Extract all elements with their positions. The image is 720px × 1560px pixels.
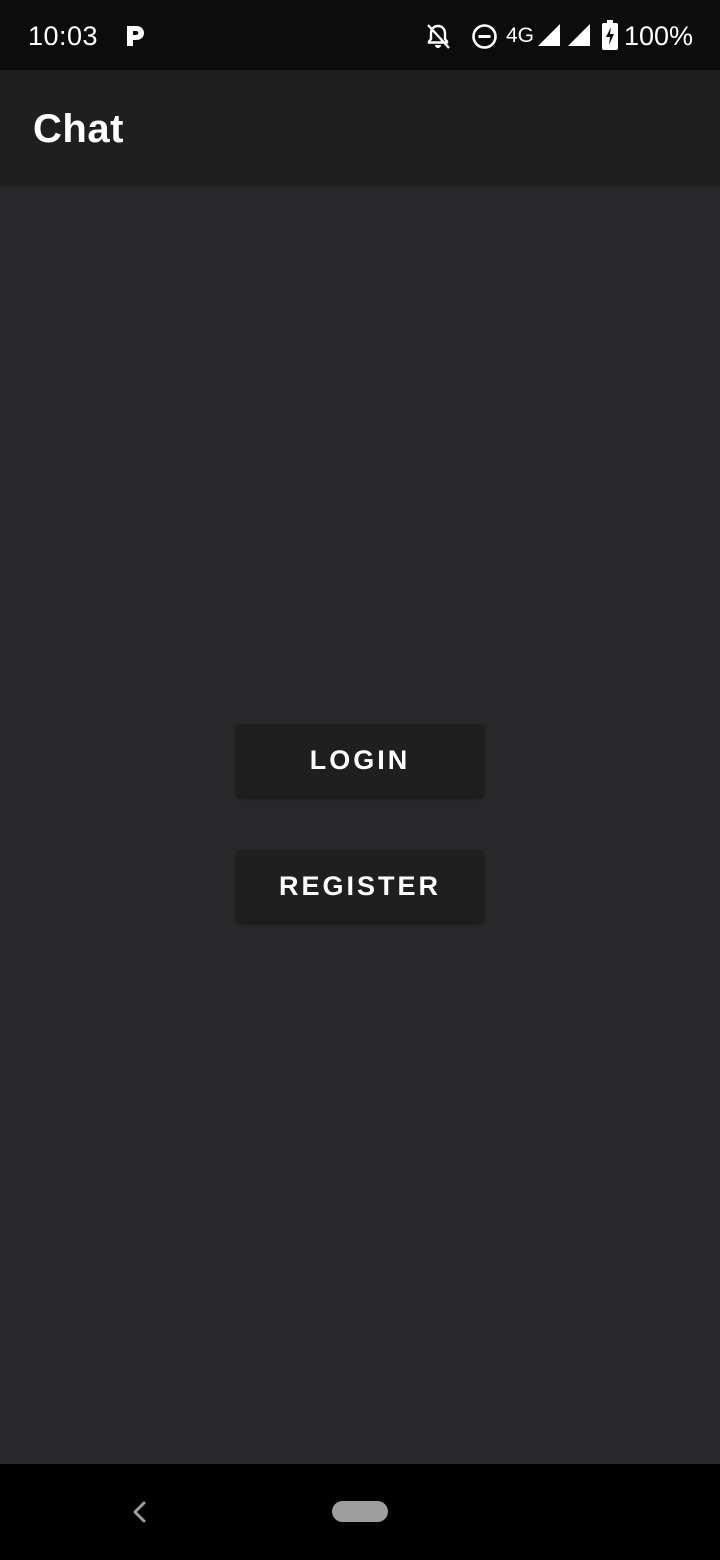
back-icon[interactable]	[124, 1494, 156, 1530]
parking-icon	[127, 26, 144, 46]
home-pill-icon[interactable]	[332, 1501, 388, 1522]
do-not-disturb-icon	[472, 24, 497, 49]
notifications-off-icon	[427, 24, 450, 49]
status-bar: 10:03 4G 100%	[0, 0, 720, 70]
status-time: 10:03	[28, 21, 99, 51]
network-type: 4G	[506, 24, 535, 47]
signal-icon	[538, 24, 560, 46]
battery-percent: 100%	[624, 21, 694, 51]
login-button[interactable]: LOGIN	[236, 724, 484, 796]
app-bar: Chat	[0, 70, 720, 183]
battery-charging-icon	[602, 20, 618, 50]
app-screen: 10:03 4G 100% Chat LOGIN REGISTER	[0, 0, 720, 1560]
register-button[interactable]: REGISTER	[236, 850, 484, 922]
page-title: Chat	[33, 107, 124, 151]
signal-icon	[568, 24, 590, 46]
